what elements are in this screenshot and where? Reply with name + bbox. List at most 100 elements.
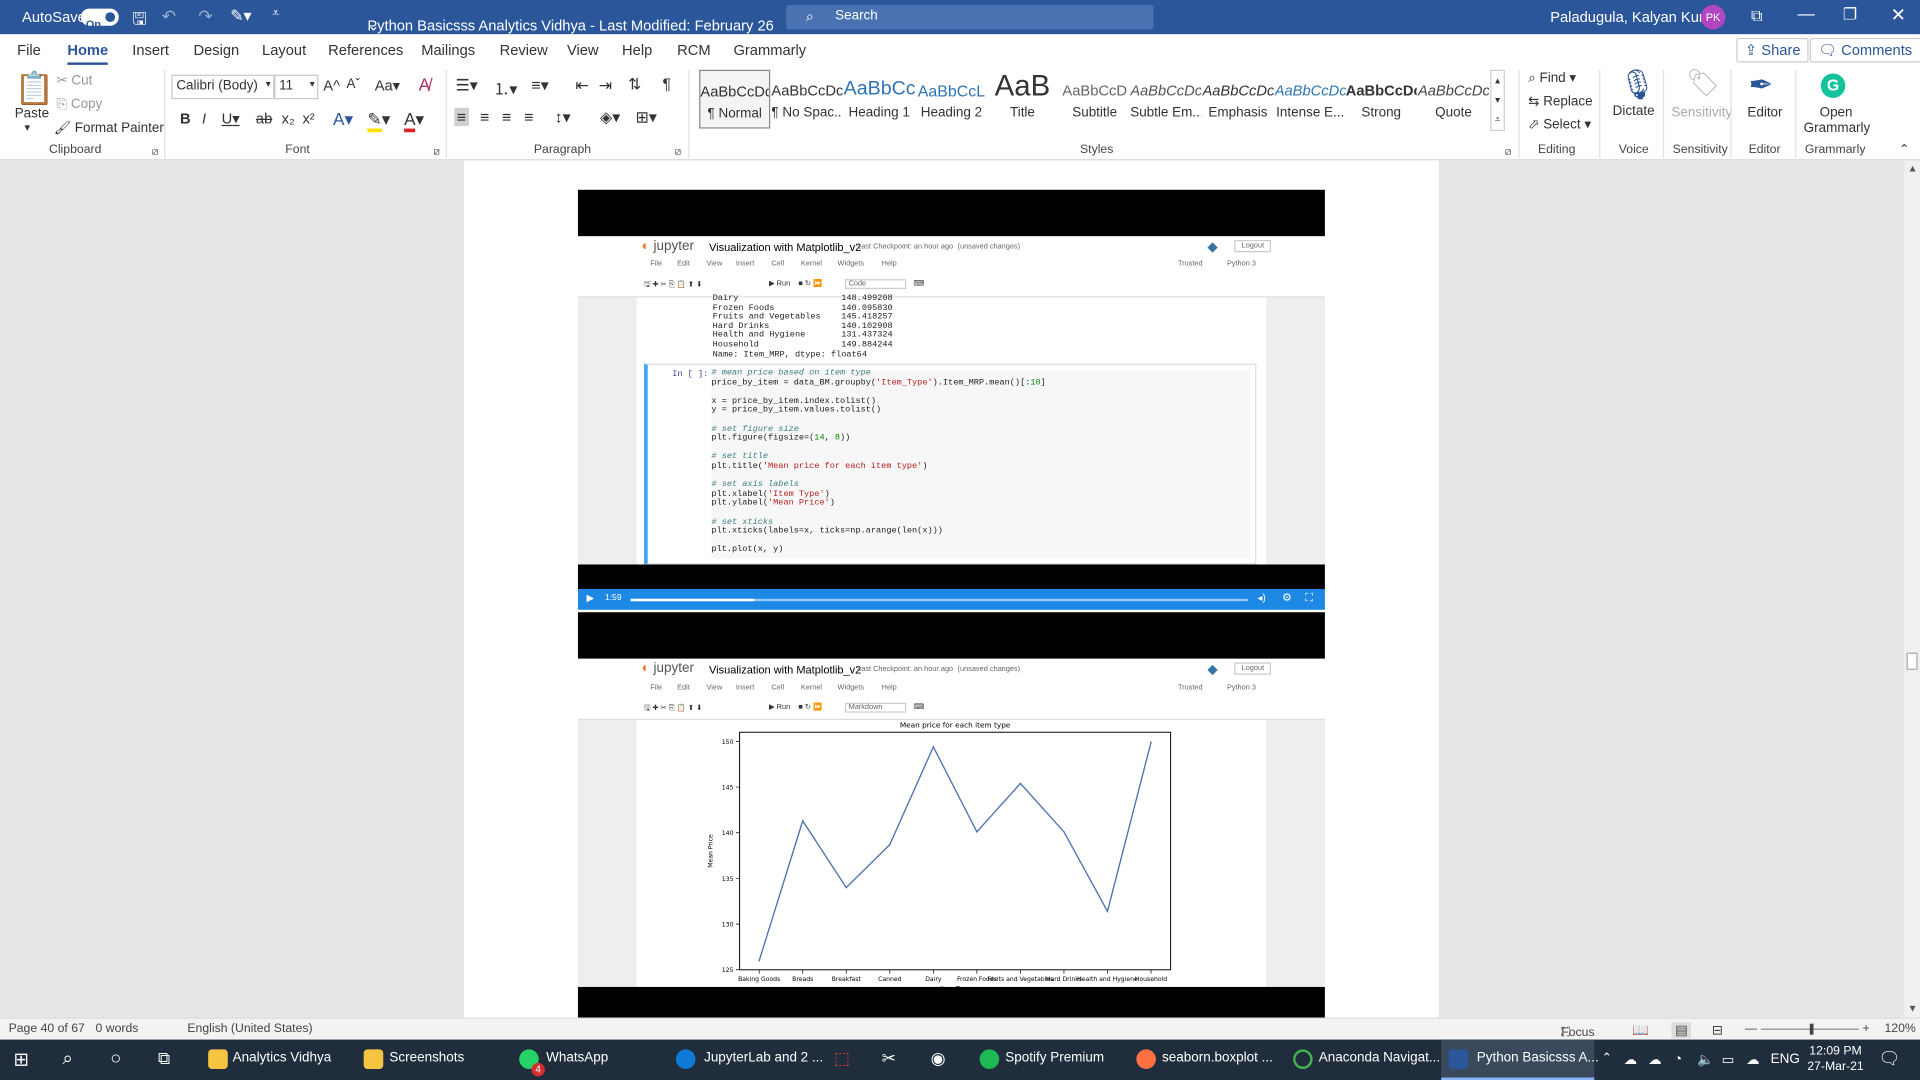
menu-view[interactable]: View (707, 684, 723, 691)
logout-button[interactable]: Logout (1234, 662, 1272, 675)
taskbar-spotify[interactable]: Spotify Premium (972, 1040, 1119, 1080)
menu-help[interactable]: Help (882, 684, 897, 691)
paste-button[interactable]: Paste (15, 107, 49, 122)
code-editor[interactable]: # mean price based on item type price_by… (711, 369, 1251, 559)
scroll-thumb[interactable] (1906, 652, 1918, 670)
font-launcher-icon[interactable]: ⧄ (433, 146, 439, 158)
text-effects-icon[interactable]: A▾ (333, 109, 353, 130)
scroll-down-icon[interactable]: ▼ (1908, 1003, 1918, 1014)
strikethrough-button[interactable]: ab (256, 110, 272, 127)
play-icon[interactable]: ▶ (587, 593, 595, 604)
font-color-icon[interactable]: A▾ (404, 108, 424, 133)
cell-type-select[interactable]: Markdown (844, 702, 907, 713)
tab-mailings[interactable]: Mailings (421, 42, 475, 59)
customize-qat-icon[interactable]: ⩡ (272, 6, 280, 22)
volume-icon[interactable]: 🔈 (1697, 1040, 1714, 1080)
bullets-icon[interactable]: ☰▾ (456, 76, 478, 96)
style-normal[interactable]: AaBbCcDc ¶ Normal (699, 69, 771, 129)
format-painter-button[interactable]: 🖌 Format Painter (54, 120, 164, 136)
menu-widgets[interactable]: Widgets (838, 261, 865, 268)
toolbar-icons[interactable]: 🖫 ✚ ✂ ⎘ 📋 ⬆ ⬇ (644, 703, 702, 715)
page-count[interactable]: Page 40 of 67 (9, 1022, 85, 1035)
zoom-slider[interactable] (1760, 1023, 1859, 1035)
replace-button[interactable]: ⇆ Replace (1528, 93, 1592, 109)
line-spacing-icon[interactable]: ↕▾ (555, 108, 571, 128)
notebook-title[interactable]: Visualization with Matplotlib_v2 (709, 664, 861, 676)
paste-icon[interactable]: 📋 (15, 70, 55, 108)
read-mode-icon[interactable]: 📖 (1632, 1022, 1649, 1039)
menu-insert[interactable]: Insert (736, 684, 754, 691)
paragraph-launcher-icon[interactable]: ⧄ (675, 146, 681, 158)
video-frame-chart[interactable]: ◐ jupyter Visualization with Matplotlib_… (577, 658, 1325, 987)
code-cell[interactable]: In [ ]: # mean price based on item type … (644, 363, 1257, 565)
search-box[interactable]: ⌕ Search (786, 4, 1154, 30)
tab-references[interactable]: References (328, 42, 403, 59)
borders-icon[interactable]: ⊞▾ (636, 108, 657, 128)
italic-button[interactable]: I (202, 110, 206, 127)
select-button[interactable]: ⬀ Select ▾ (1528, 116, 1591, 133)
increase-indent-icon[interactable]: ⇥ (599, 76, 612, 96)
menu-cell[interactable]: Cell (771, 684, 784, 691)
snip-icon[interactable]: ✂ (882, 1040, 896, 1080)
tab-rcm[interactable]: RCM (677, 42, 710, 59)
menu-edit[interactable]: Edit (677, 261, 690, 268)
align-left-icon[interactable]: ≡ (454, 107, 469, 127)
open-grammarly-button-line2[interactable]: Grammarly (1804, 121, 1871, 136)
taskbar-seaborn[interactable]: seaborn.boxplot ... (1129, 1040, 1282, 1080)
cut-button[interactable]: ✂ Cut (56, 72, 92, 88)
justify-icon[interactable]: ≡ (524, 108, 533, 126)
menu-kernel[interactable]: Kernel (801, 684, 822, 691)
search-icon[interactable]: ⌕ (62, 1040, 72, 1080)
pen-icon[interactable]: ✎▾ (230, 6, 251, 26)
video-progress-track[interactable] (630, 598, 1248, 602)
cortana-icon[interactable]: ○ (110, 1040, 121, 1080)
show-marks-icon[interactable]: ¶ (662, 75, 671, 93)
taskbar-whatsapp[interactable]: 4 WhatsApp (512, 1040, 659, 1080)
superscript-button[interactable]: x² (302, 110, 314, 127)
styles-scroll[interactable]: ▴ ▾ ⩡ (1490, 69, 1505, 132)
tab-help[interactable]: Help (622, 42, 652, 59)
menu-widgets[interactable]: Widgets (838, 684, 865, 691)
toolbar-icons[interactable]: 🖫 ✚ ✂ ⎘ 📋 ⬆ ⬇ (644, 279, 702, 291)
grow-font-button[interactable]: A^ (323, 77, 340, 94)
bold-button[interactable]: B (180, 110, 191, 127)
style-title[interactable]: AaB Title (987, 70, 1058, 129)
battery-icon[interactable]: ▭ (1722, 1040, 1735, 1080)
undo-icon[interactable]: ↶ (162, 6, 176, 27)
clear-formatting-icon[interactable]: A̸ (419, 75, 430, 95)
menu-kernel[interactable]: Kernel (801, 261, 822, 268)
style-intense-emphasis[interactable]: AaBbCcDc Intense E... (1275, 70, 1346, 129)
run-button[interactable]: ▶ Run (769, 703, 790, 711)
cloud-icon[interactable]: ☁ (1746, 1040, 1759, 1080)
sensitivity-button[interactable]: Sensitivity (1671, 105, 1732, 120)
style-heading-1[interactable]: AaBbCc Heading 1 (844, 70, 915, 129)
shading-icon[interactable]: ◈▾ (600, 108, 620, 128)
menu-edit[interactable]: Edit (677, 684, 690, 691)
menu-view[interactable]: View (707, 261, 723, 268)
clipboard-launcher-icon[interactable]: ⧄ (152, 146, 158, 158)
volume-icon[interactable]: ◂) (1258, 593, 1266, 604)
save-icon[interactable]: 🖫 (132, 6, 147, 35)
microphone-icon[interactable]: 🎙 (1619, 67, 1656, 103)
keyboard-icon[interactable]: ⌨ (913, 279, 924, 287)
dictate-button[interactable]: Dictate (1613, 104, 1655, 119)
taskbar-word[interactable]: Python Basicsss A... (1441, 1039, 1599, 1080)
vertical-scrollbar[interactable]: ▲ ▼ (1904, 160, 1920, 1018)
share-button[interactable]: ⇪ Share (1736, 37, 1810, 63)
style-strong[interactable]: AaBbCcDc Strong (1346, 70, 1417, 129)
taskbar-screenshots[interactable]: Screenshots (356, 1040, 503, 1080)
scroll-up-icon[interactable]: ▲ (1908, 163, 1918, 174)
wifi-icon[interactable]: ◔ (1674, 1040, 1682, 1080)
minimize-icon[interactable]: — (1798, 4, 1815, 24)
language-indicator[interactable]: ENG (1771, 1040, 1800, 1080)
find-button[interactable]: ⌕ Find ▾ (1528, 70, 1576, 87)
styles-launcher-icon[interactable]: ⧄ (1505, 146, 1511, 158)
onedrive-icon[interactable]: ☁ (1624, 1040, 1637, 1080)
editor-icon[interactable]: ✒ (1749, 67, 1774, 103)
decrease-indent-icon[interactable]: ⇤ (576, 76, 589, 96)
taskbar-anaconda[interactable]: Anaconda Navigat... (1286, 1040, 1440, 1080)
zoom-in-icon[interactable]: + (1862, 1022, 1869, 1035)
clock[interactable]: 12:09 PM 27-Mar-21 (1805, 1040, 1866, 1080)
style-subtle-emphasis[interactable]: AaBbCcDc Subtle Em... (1130, 70, 1201, 129)
menu-insert[interactable]: Insert (736, 261, 754, 268)
